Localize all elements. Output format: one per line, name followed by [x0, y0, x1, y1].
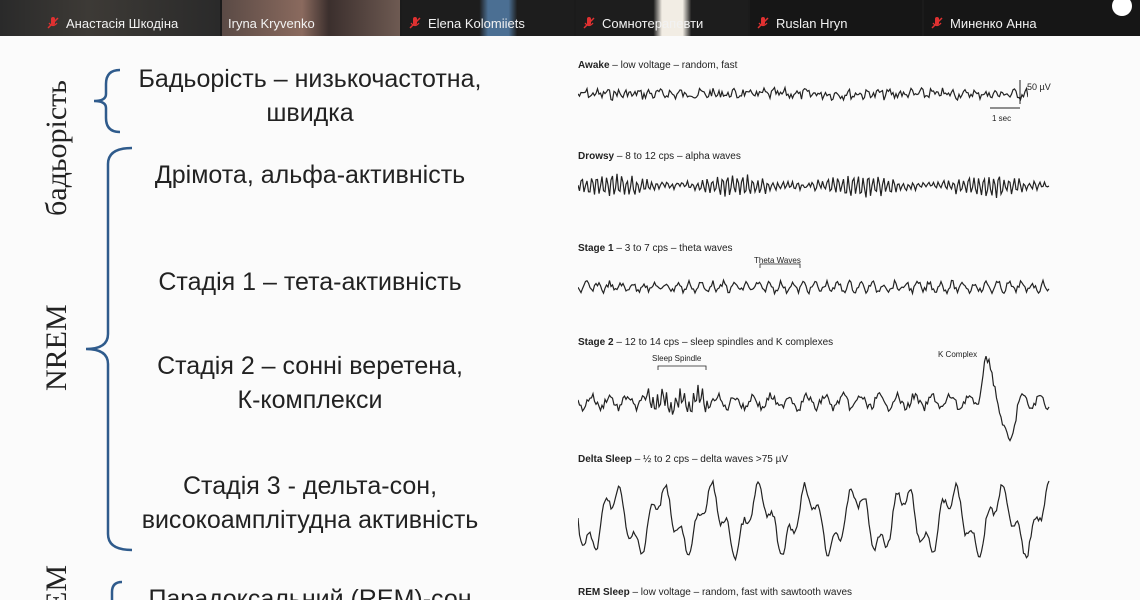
- eeg-trace-awake: [578, 85, 1028, 102]
- eeg-label-awake: Awake – low voltage – random, fast: [578, 60, 738, 71]
- side-label-rem: REM: [40, 564, 73, 600]
- eeg-waveform: [578, 278, 1050, 296]
- stage-text-drowsy: Дрімота, альфа-активність: [154, 161, 466, 189]
- participant-tile-active[interactable]: Iryna Kryvenko: [222, 0, 400, 36]
- eeg-trace-delta: [578, 479, 1050, 562]
- eeg-waveform: [578, 85, 1028, 102]
- eeg-waveform: [578, 173, 1050, 198]
- participant-name: Elena Kolomiiets: [402, 14, 574, 32]
- participant-tile[interactable]: Миненко Анна: [924, 0, 1140, 36]
- stage-text-wake: Бадьорість – низькочастотна, швидка: [138, 65, 482, 127]
- shared-slide: бадьорість NREM REM Бадьорість – низькоч…: [0, 36, 1140, 600]
- eeg-label-delta: Delta Sleep – ½ to 2 cps – delta waves >…: [578, 454, 789, 465]
- participant-name: Iryna Kryvenko: [228, 15, 315, 31]
- participant-tile[interactable]: Ruslan Hryn: [750, 0, 922, 36]
- side-label-wake: бадьорість: [40, 80, 73, 216]
- eeg-waveform: [578, 355, 1050, 442]
- participant-tile[interactable]: Сомнотерапевти: [576, 0, 748, 36]
- eeg-label-drowsy: Drowsy – 8 to 12 cps – alpha waves: [578, 151, 741, 162]
- stage-text-stage2: Стадія 2 – сонні веретена, К-комплекси: [157, 352, 463, 414]
- mic-muted-icon: [408, 16, 422, 30]
- spindle-bracket: [657, 365, 707, 370]
- mic-muted-icon: [756, 16, 770, 30]
- side-label-nrem: NREM: [40, 304, 73, 391]
- stage-text-rem: Парадоксальний (REM)-сон: [148, 585, 472, 600]
- participant-name: Анастасія Шкодіна: [40, 14, 220, 32]
- stage-text-stage3: Стадія 3 - дельта-сон, високоамплітудна …: [141, 472, 479, 534]
- eeg-label-stage1: Stage 1 – 3 to 7 cps – theta waves: [578, 243, 733, 254]
- mic-muted-icon: [930, 16, 944, 30]
- participant-tile[interactable]: Elena Kolomiiets: [402, 0, 574, 36]
- eeg-label-rem: REM Sleep – low voltage – random, fast w…: [578, 587, 853, 598]
- theta-bracket: [759, 263, 801, 268]
- eeg-label-stage2: Stage 2 – 12 to 14 cps – sleep spindles …: [578, 337, 834, 348]
- scale-bar: [990, 80, 1021, 109]
- participant-name: Сомнотерапевти: [576, 14, 748, 32]
- participant-name: Ruslan Hryn: [750, 14, 922, 32]
- participant-tile[interactable]: Анастасія Шкодіна: [0, 0, 220, 36]
- eeg-trace-stage1: [578, 278, 1050, 296]
- eeg-waveform: [578, 479, 1050, 562]
- mic-muted-icon: [582, 16, 596, 30]
- participant-name: Миненко Анна: [924, 14, 1140, 32]
- participant-strip: Анастасія Шкодіна Iryna Kryvenko Elena K…: [0, 0, 1140, 36]
- stage-text-stage1: Стадія 1 – тета-активність: [158, 268, 462, 296]
- mic-muted-icon: [46, 16, 60, 30]
- eeg-trace-stage2: [578, 355, 1050, 442]
- scale-amplitude-label: 50 µV: [1027, 82, 1051, 92]
- eeg-trace-drowsy: [578, 173, 1050, 198]
